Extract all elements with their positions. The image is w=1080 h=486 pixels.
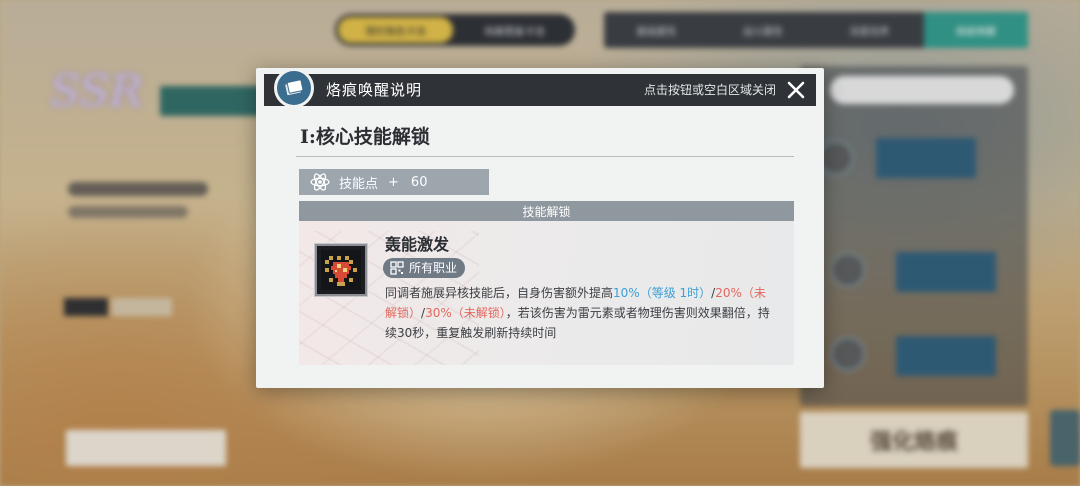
card-stack-icon [274, 68, 314, 108]
skill-name: 轰能激发 [385, 235, 450, 254]
dialog-title: 烙痕唤醒说明 [326, 81, 423, 99]
skill-description: 同调者施展异核技能后，自身伤害额外提高10%（等级 1时）/20%（未解锁）/3… [385, 283, 775, 343]
skill-points-plus: + [388, 174, 399, 190]
section-title: I:核心技能解锁 [300, 126, 430, 148]
section-divider [296, 156, 794, 157]
skill-points-value: 60 [410, 174, 428, 190]
unlock-header: 技能解锁 [299, 201, 794, 221]
close-icon [787, 81, 805, 99]
desc-text: 同调者施展异核技能后，自身伤害额外提高 [385, 286, 614, 300]
atom-icon [310, 173, 330, 191]
job-label: 所有职业 [409, 261, 458, 275]
close-hint: 点击按钮或空白区域关闭 [643, 83, 776, 97]
skill-card: 轰能激发 所有职业 同调者施展异核技能后，自身伤害额外提高10%（等级 1时）/… [299, 221, 794, 365]
qr-grid-icon [390, 261, 404, 275]
awaken-info-dialog: 烙痕唤醒说明 点击按钮或空白区域关闭 I:核心技能解锁 技能点 + 60 技能解… [256, 68, 824, 388]
desc-level3-value: 30%（未解锁） [425, 306, 506, 320]
desc-level1-value: 10%（等级 1时） [613, 286, 712, 300]
skill-points-label: 技能点 [339, 176, 379, 192]
close-button[interactable] [784, 78, 808, 102]
skill-points-row: 技能点 + 60 [299, 169, 489, 195]
dialog-header: 烙痕唤醒说明 点击按钮或空白区域关闭 [264, 68, 816, 108]
pixel-emblem-icon [314, 243, 368, 297]
job-badge: 所有职业 [383, 258, 466, 278]
